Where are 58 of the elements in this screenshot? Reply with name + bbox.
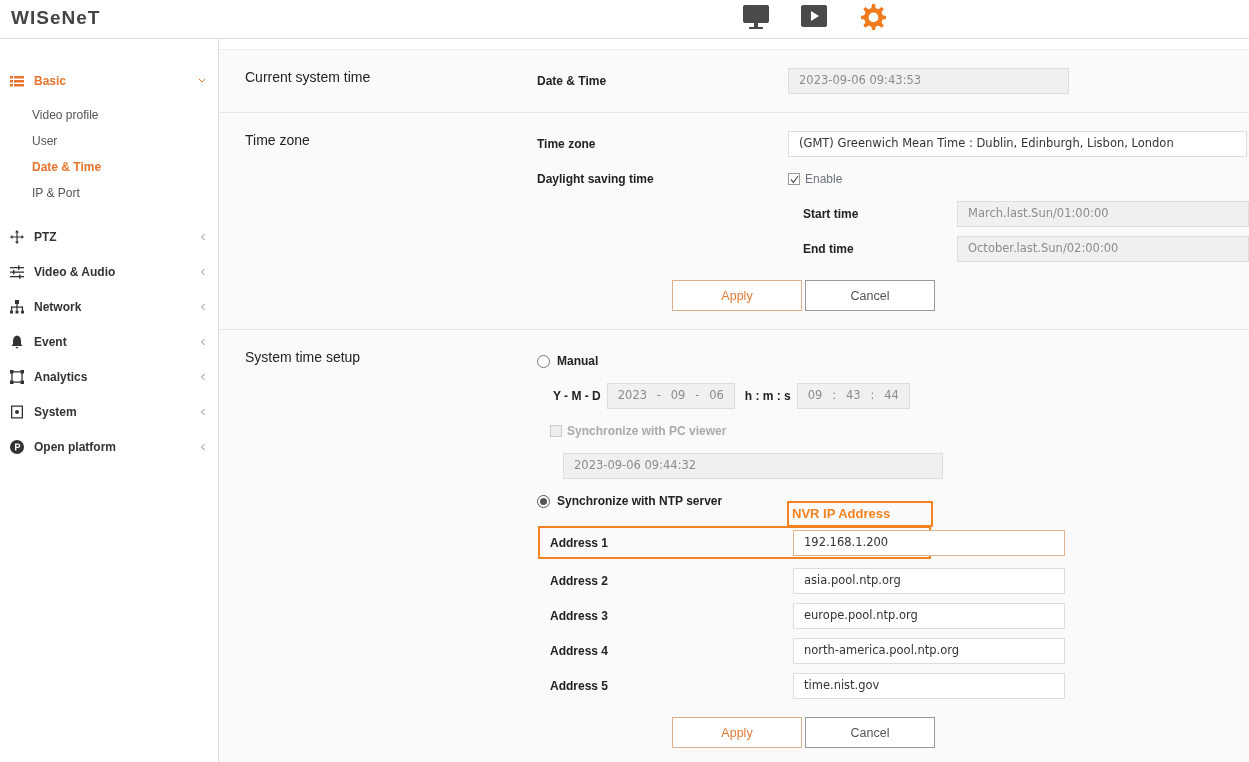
field-label: Start time: [803, 206, 860, 223]
field-label: Address 4: [550, 643, 610, 660]
radio-button[interactable]: [537, 354, 550, 368]
radio-button[interactable]: [537, 494, 550, 508]
field-label: Y - M - D: [553, 388, 601, 405]
list-icon: [10, 73, 24, 88]
enable-checkbox[interactable]: Enable: [788, 170, 843, 188]
dropdown-field[interactable]: (GMT) Greenwich Mean Time : Dublin, Edinburgh, Lisbon, London: [788, 131, 1247, 157]
text-field[interactable]: time.nist.gov: [793, 673, 1065, 699]
chevron-left-icon: [200, 442, 206, 451]
logo: WISeNeT: [11, 7, 101, 29]
radio-label[interactable]: Synchronize with NTP server: [557, 492, 723, 510]
annotation-label: NVR IP Address: [787, 501, 933, 527]
network-icon: [10, 299, 24, 314]
field-label: Time zone: [537, 136, 597, 153]
section-title: Current system time: [245, 68, 372, 87]
text-field[interactable]: europe.pool.ntp.org: [793, 603, 1065, 629]
chevron-down-icon: [198, 77, 206, 84]
section-title: System time setup: [245, 348, 362, 367]
sliders-icon: [10, 264, 24, 279]
sidebar-subitem[interactable]: User: [32, 128, 218, 154]
sidebar-item[interactable]: PTZ: [0, 219, 218, 254]
text-field[interactable]: asia.pool.ntp.org: [793, 568, 1065, 594]
section-title: Time zone: [245, 131, 311, 150]
chevron-left-icon: [200, 267, 206, 276]
field-label: Address 1: [550, 534, 610, 552]
chevron-left-icon: [200, 407, 206, 416]
monitor-icon[interactable]: [742, 3, 772, 31]
sidebar-item[interactable]: System: [0, 394, 218, 429]
field-label: Date & Time: [537, 73, 608, 90]
text-field[interactable]: north-america.pool.ntp.org: [793, 638, 1065, 664]
check-icon: [789, 174, 799, 184]
chevron-left-icon: [200, 372, 206, 381]
bell-icon: [10, 334, 24, 349]
sidebar-item[interactable]: Analytics: [0, 359, 218, 394]
sidebar-subitem[interactable]: Video profile: [32, 102, 218, 128]
sidebar-item[interactable]: Video & Audio: [0, 254, 218, 289]
settings-icon[interactable]: [858, 3, 888, 31]
sidebar-subitem[interactable]: IP & Port: [32, 180, 218, 206]
frame-icon: [10, 369, 24, 384]
chevron-left-icon: [200, 302, 206, 311]
field-label: End time: [803, 241, 855, 258]
field-label: Daylight saving time: [537, 171, 655, 188]
sidebar-item[interactable]: Network: [0, 289, 218, 324]
text-field[interactable]: 192.168.1.200: [793, 529, 1065, 556]
move-arrows-icon: [10, 229, 24, 244]
field-label: h : m : s: [744, 388, 791, 405]
field-label: Address 2: [550, 573, 610, 590]
sidebar-item[interactable]: Open platform: [0, 429, 218, 464]
radio-label[interactable]: Manual: [557, 352, 599, 370]
chevron-left-icon: [200, 232, 206, 241]
cancel-button[interactable]: Cancel: [805, 280, 935, 311]
chevron-left-icon: [200, 337, 206, 346]
cancel-button[interactable]: Cancel: [805, 717, 935, 748]
field-label: Address 5: [550, 678, 610, 695]
sidebar-item[interactable]: Event: [0, 324, 218, 359]
p-circle-icon: [10, 439, 24, 454]
field-label: Address 3: [550, 608, 610, 625]
